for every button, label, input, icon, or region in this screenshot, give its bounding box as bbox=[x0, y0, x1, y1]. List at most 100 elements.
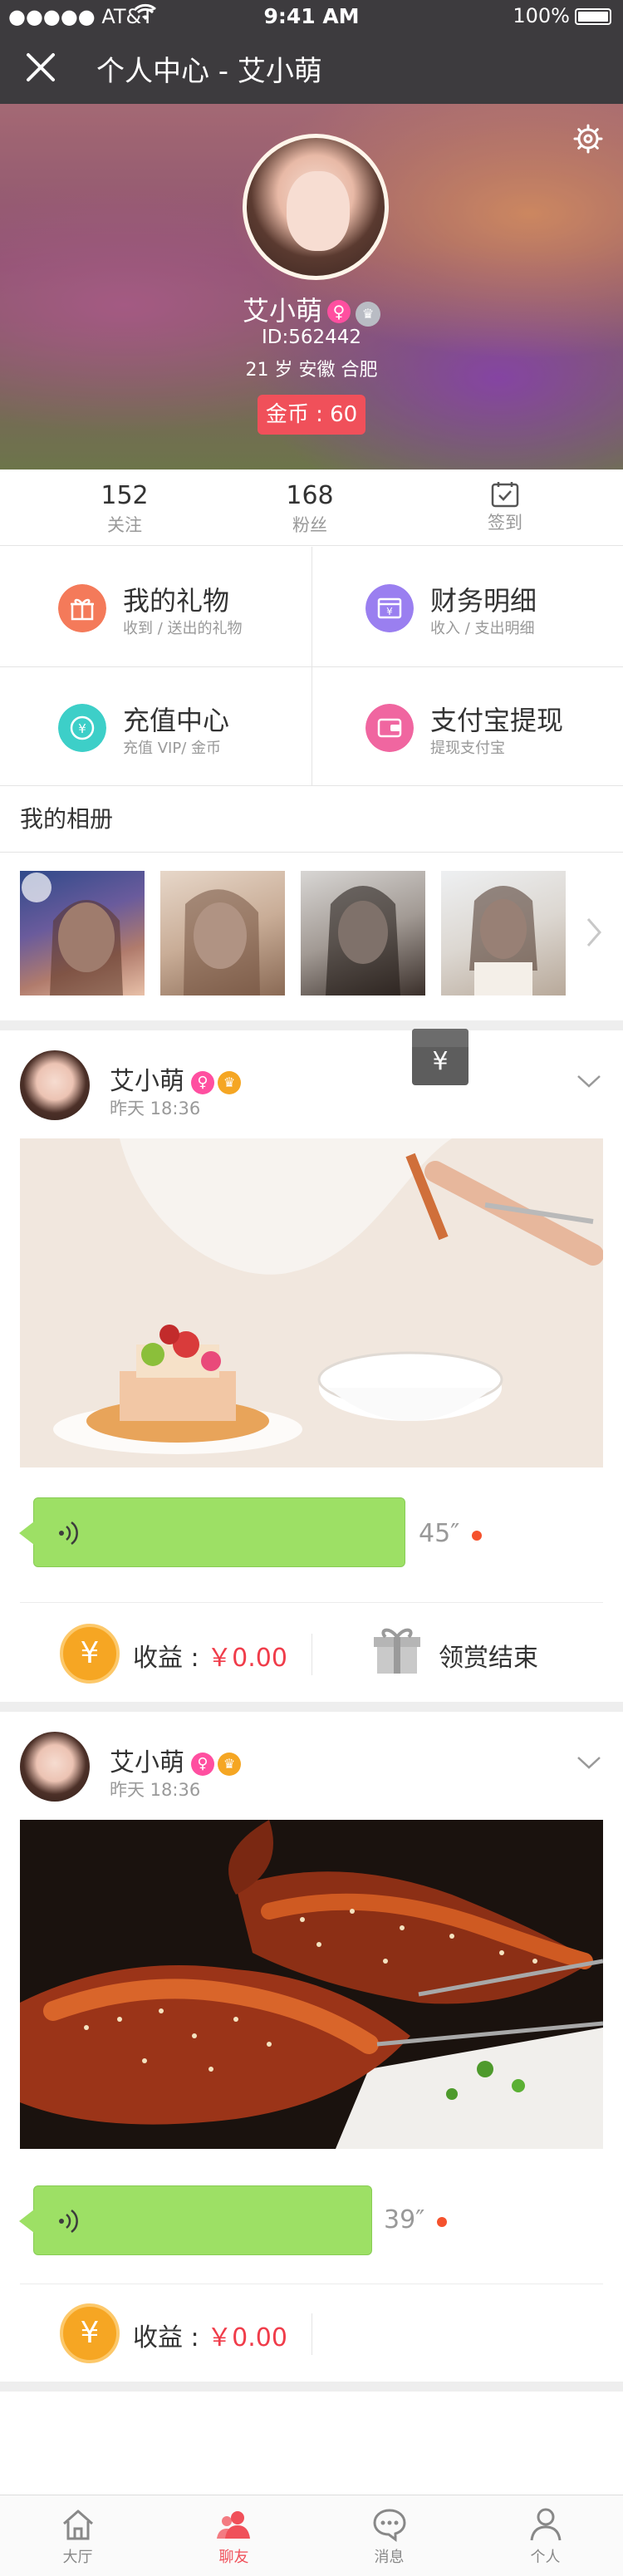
menu-alipay-withdraw[interactable]: 支付宝提现 提现支付宝 bbox=[312, 666, 623, 786]
status-bar: ●●●●● AT&T 9:41 AM 100% bbox=[0, 0, 623, 33]
avatar-face bbox=[287, 171, 350, 251]
section-divider bbox=[0, 1020, 623, 1030]
post-author: 艾小萌 ♀ ♛ bbox=[110, 1060, 241, 1097]
friends-icon bbox=[216, 2511, 250, 2539]
photo-portrait bbox=[22, 873, 123, 995]
section-divider bbox=[0, 1702, 623, 1712]
album-photo[interactable] bbox=[441, 871, 566, 995]
voice-message-bubble[interactable] bbox=[19, 1497, 405, 1567]
earnings-amount: ￥0.00 bbox=[207, 1644, 287, 1673]
profile-id: ID:562442 bbox=[261, 327, 362, 348]
stat-label: 粉丝 bbox=[292, 515, 327, 535]
post-photo[interactable] bbox=[20, 1138, 603, 1467]
tab-label: 消息 bbox=[374, 2549, 405, 2566]
album-photo[interactable] bbox=[301, 871, 425, 995]
crown-icon: ♛ bbox=[218, 1753, 241, 1776]
female-icon: ♀ bbox=[191, 1071, 214, 1094]
voice-wave-icon bbox=[59, 2209, 78, 2234]
earnings-label: 收益 : bbox=[133, 1644, 208, 1673]
post-avatar[interactable] bbox=[20, 1732, 90, 1802]
earnings: 收益 : ￥0.00 bbox=[133, 1637, 287, 1674]
chevron-down-icon[interactable] bbox=[575, 1753, 603, 1772]
grilled-wings-photo bbox=[20, 1820, 603, 2149]
tab-profile[interactable]: 个人 bbox=[468, 2495, 623, 2576]
page-title: 个人中心 - 艾小萌 bbox=[96, 55, 322, 88]
voice-message-bubble[interactable] bbox=[19, 2185, 372, 2255]
voice-duration: 45″ bbox=[419, 1519, 460, 1548]
svg-text:¥: ¥ bbox=[78, 721, 86, 736]
profile-avatar[interactable] bbox=[243, 134, 389, 280]
svg-text:¥: ¥ bbox=[386, 606, 393, 617]
menu-title: 支付宝提现 bbox=[430, 705, 564, 736]
coin-yen-icon: ¥ bbox=[60, 2303, 120, 2363]
settings-gear-icon[interactable] bbox=[571, 122, 605, 155]
stat-checkin[interactable]: 签到 bbox=[401, 469, 609, 546]
chevron-right-icon[interactable] bbox=[581, 914, 606, 951]
menu-subtitle: 收到 / 送出的礼物 bbox=[123, 620, 243, 637]
menu-finance[interactable]: ¥ 财务明细 收入 / 支出明细 bbox=[312, 547, 623, 666]
person-icon bbox=[530, 2508, 561, 2541]
menu-title: 充值中心 bbox=[123, 705, 230, 736]
feature-grid: 我的礼物 收到 / 送出的礼物 ¥ 财务明细 收入 / 支出明细 ¥ 充值中心 … bbox=[0, 547, 623, 786]
tab-messages[interactable]: 消息 bbox=[312, 2495, 467, 2576]
tab-lobby[interactable]: 大厅 bbox=[0, 2495, 155, 2576]
gift-icon bbox=[58, 584, 106, 632]
home-icon bbox=[62, 2510, 93, 2540]
coin-balance-badge[interactable]: 金币 : 60 bbox=[258, 395, 365, 435]
crown-icon: ♛ bbox=[218, 1071, 241, 1094]
menu-subtitle: 提现支付宝 bbox=[430, 740, 505, 757]
post-time: 昨天 18:36 bbox=[110, 1099, 201, 1118]
post-author: 艾小萌 ♀ ♛ bbox=[110, 1742, 241, 1778]
nav-bar: 个人中心 - 艾小萌 bbox=[0, 33, 623, 104]
tab-friends[interactable]: 聊友 bbox=[156, 2495, 312, 2576]
tab-label: 大厅 bbox=[62, 2549, 93, 2566]
stat-value: 152 bbox=[101, 481, 149, 510]
calendar-check-icon bbox=[491, 482, 519, 508]
stat-label: 签到 bbox=[488, 513, 522, 533]
menu-recharge[interactable]: ¥ 充值中心 充值 VIP/ 金币 bbox=[0, 666, 312, 786]
chevron-down-icon[interactable] bbox=[575, 1072, 603, 1090]
battery-label: 100% bbox=[513, 4, 570, 27]
female-icon: ♀ bbox=[191, 1753, 214, 1776]
reward-status: 领赏结束 bbox=[439, 1644, 538, 1673]
red-envelope-icon[interactable]: ¥ bbox=[412, 1029, 468, 1085]
dessert-photo bbox=[20, 1138, 603, 1467]
menu-title: 财务明细 bbox=[430, 585, 537, 617]
battery-icon bbox=[575, 8, 611, 25]
tab-label: 聊友 bbox=[218, 2549, 249, 2566]
profile-info: 21 岁 安徽 合肥 bbox=[245, 360, 378, 381]
unread-dot bbox=[437, 2217, 447, 2227]
post-photo[interactable] bbox=[20, 1820, 603, 2149]
profile-name: 艾小萌 bbox=[242, 295, 322, 327]
bottom-tab-bar: 大厅 聊友 消息 个人 bbox=[0, 2495, 623, 2576]
voice-duration: 39″ bbox=[384, 2205, 425, 2234]
album-divider bbox=[0, 852, 623, 853]
section-divider bbox=[0, 2382, 623, 2392]
post-author-name: 艾小萌 bbox=[110, 1748, 184, 1777]
post-time: 昨天 18:36 bbox=[110, 1780, 201, 1800]
stat-label: 关注 bbox=[107, 515, 142, 535]
photo-portrait bbox=[184, 889, 260, 995]
menu-subtitle: 充值 VIP/ 金币 bbox=[123, 740, 221, 757]
stat-fans[interactable]: 168 粉丝 bbox=[206, 469, 414, 546]
stat-value: 168 bbox=[286, 481, 334, 510]
message-icon bbox=[372, 2509, 406, 2542]
envelope-flap bbox=[412, 1029, 468, 1047]
menu-my-gifts[interactable]: 我的礼物 收到 / 送出的礼物 bbox=[0, 547, 312, 666]
menu-title: 我的礼物 bbox=[123, 585, 230, 617]
album-heading: 我的相册 bbox=[20, 805, 114, 833]
battery-status: 100% bbox=[513, 4, 611, 27]
album-photo[interactable] bbox=[20, 871, 145, 995]
alipay-icon bbox=[365, 704, 414, 752]
post-divider bbox=[20, 1602, 603, 1603]
stat-following[interactable]: 152 关注 bbox=[21, 469, 228, 546]
coin-yen-icon: ¥ bbox=[60, 1624, 120, 1684]
post-author-name: 艾小萌 bbox=[110, 1067, 184, 1096]
album-photo[interactable] bbox=[160, 871, 285, 995]
recharge-icon: ¥ bbox=[58, 704, 106, 752]
close-icon[interactable] bbox=[22, 48, 60, 86]
post-avatar[interactable] bbox=[20, 1050, 90, 1120]
gift-box-icon[interactable] bbox=[370, 1624, 424, 1677]
stats-row: 152 关注 168 粉丝 签到 bbox=[0, 469, 623, 546]
profile-name-row: 艾小萌 ♀ ♛ bbox=[0, 290, 623, 328]
